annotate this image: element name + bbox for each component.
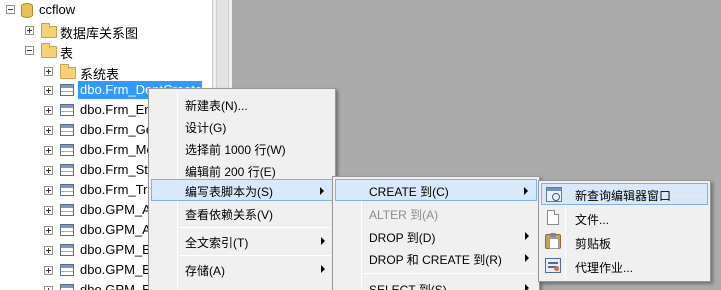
menu-item-label: DROP 和 CREATE 到(R) — [369, 253, 502, 267]
table-icon — [60, 164, 74, 176]
expand-icon[interactable] — [44, 166, 53, 175]
submenu-arrow-icon — [525, 254, 529, 262]
table-icon — [60, 284, 74, 290]
menu-item-label: 代理作业... — [575, 261, 634, 275]
submenu-arrow-icon — [525, 232, 529, 240]
menu-item-select-to[interactable]: SELECT 到(S) — [335, 277, 537, 290]
query-window-icon — [546, 187, 562, 202]
expand-icon[interactable] — [44, 126, 53, 135]
menu-item-create-to[interactable]: CREATE 到(C) — [335, 179, 537, 201]
folder-icon — [41, 43, 57, 58]
expand-icon[interactable] — [44, 106, 53, 115]
submenu-arrow-icon — [525, 284, 529, 290]
menu-item-label: DROP 到(D) — [369, 231, 436, 245]
expand-icon[interactable] — [44, 286, 53, 290]
table-icon — [60, 104, 74, 116]
expand-icon[interactable] — [44, 86, 53, 95]
menu-item-new-table[interactable]: 新建表(N)... — [151, 93, 333, 115]
menu-item-label: 设计(G) — [185, 121, 227, 135]
tree-node-diagrams[interactable]: 数据库关系图 — [0, 20, 212, 41]
expand-icon[interactable] — [44, 67, 53, 76]
tree-node-label: dbo.Frm_Em — [80, 102, 156, 117]
script-target-submenu: 新查询编辑器窗口 文件... 剪贴板 代理作业... — [538, 180, 711, 282]
table-icon — [60, 184, 74, 196]
expand-icon[interactable] — [44, 226, 53, 235]
menu-item-label: CREATE 到(C) — [369, 185, 449, 199]
menu-item-full-text-index[interactable]: 全文索引(T) — [151, 230, 333, 252]
table-icon — [60, 204, 74, 216]
menu-item-edit-top-rows[interactable]: 编辑前 200 行(E) — [151, 159, 333, 181]
table-icon — [60, 124, 74, 136]
tree-node-label: dbo.GPM_B — [80, 262, 151, 277]
folder-icon — [60, 64, 76, 79]
menu-separator — [363, 273, 537, 274]
file-icon — [547, 210, 559, 225]
menu-item-label: 编辑前 200 行(E) — [185, 165, 276, 179]
menu-item-file[interactable]: 文件... — [541, 207, 708, 229]
menu-item-drop-and-create-to[interactable]: DROP 和 CREATE 到(R) — [335, 247, 537, 269]
menu-item-label: 全文索引(T) — [185, 236, 249, 250]
tree-node-label: dbo.Frm_Ge — [80, 122, 153, 137]
menu-item-alter-to[interactable]: ALTER 到(A) — [335, 202, 537, 224]
tree-node-database[interactable]: ccflow — [0, 0, 212, 20]
expand-icon[interactable] — [44, 266, 53, 275]
tree-node-label: dbo.GPM_A — [80, 202, 151, 217]
menu-item-label: ALTER 到(A) — [369, 208, 439, 222]
agent-job-icon — [545, 258, 561, 273]
folder-icon — [41, 23, 57, 38]
collapse-icon[interactable] — [25, 46, 34, 55]
script-submenu: CREATE 到(C) ALTER 到(A) DROP 到(D) DROP 和 … — [332, 176, 540, 290]
menu-item-label: 查看依赖关系(V) — [185, 208, 273, 222]
submenu-arrow-icon — [321, 265, 325, 273]
tree-node-label: dbo.GPM_A — [80, 222, 151, 237]
table-icon — [60, 224, 74, 236]
menu-item-label: 存储(A) — [185, 264, 225, 278]
expand-icon[interactable] — [44, 246, 53, 255]
expand-icon[interactable] — [44, 186, 53, 195]
table-icon — [60, 244, 74, 256]
menu-item-design[interactable]: 设计(G) — [151, 115, 333, 137]
tree-node-tables[interactable]: 表 — [0, 40, 212, 61]
menu-item-agent-job[interactable]: 代理作业... — [541, 255, 708, 277]
menu-item-script-table-as[interactable]: 编写表脚本为(S) — [151, 179, 333, 201]
menu-item-label: 剪贴板 — [575, 237, 612, 251]
menu-item-view-dependencies[interactable]: 查看依赖关系(V) — [151, 202, 333, 224]
menu-item-new-query-window[interactable]: 新查询编辑器窗口 — [541, 183, 708, 205]
menu-item-drop-to[interactable]: DROP 到(D) — [335, 225, 537, 247]
tree-node-label: dbo.Frm_Tra — [80, 182, 155, 197]
submenu-arrow-icon — [524, 187, 528, 195]
menu-item-label: 新建表(N)... — [185, 99, 248, 113]
database-icon — [21, 3, 33, 18]
tree-node-system-tables[interactable]: 系统表 — [0, 61, 212, 82]
menu-separator — [179, 255, 333, 256]
clipboard-icon — [545, 233, 561, 249]
menu-item-label: 编写表脚本为(S) — [185, 185, 273, 199]
tree-node-label: ccflow — [39, 2, 76, 17]
menu-item-label: SELECT 到(S) — [369, 283, 447, 290]
collapse-icon[interactable] — [6, 5, 15, 14]
tree-node-label: dbo.Frm_Me — [80, 142, 154, 157]
table-icon — [60, 84, 74, 96]
expand-icon[interactable] — [25, 26, 34, 35]
table-context-menu: 新建表(N)... 设计(G) 选择前 1000 行(W) 编辑前 200 行(… — [148, 88, 336, 290]
submenu-arrow-icon — [321, 237, 325, 245]
menu-item-storage[interactable]: 存储(A) — [151, 258, 333, 280]
expand-icon[interactable] — [44, 146, 53, 155]
table-icon — [60, 264, 74, 276]
menu-separator — [179, 227, 333, 228]
tree-node-label: dbo.Frm_Sta — [80, 162, 156, 177]
tree-node-label: 表 — [60, 46, 74, 61]
table-icon — [60, 144, 74, 156]
menu-item-label: 选择前 1000 行(W) — [185, 143, 286, 157]
menu-item-clipboard[interactable]: 剪贴板 — [541, 231, 708, 253]
menu-item-select-top-rows[interactable]: 选择前 1000 行(W) — [151, 137, 333, 159]
menu-item-label: 文件... — [575, 213, 610, 227]
submenu-arrow-icon — [320, 187, 324, 195]
tree-node-label: dbo.GPM_B — [80, 242, 151, 257]
tree-node-label: dbo.GPM_E — [80, 282, 151, 290]
expand-icon[interactable] — [44, 206, 53, 215]
menu-item-label: 新查询编辑器窗口 — [575, 189, 672, 203]
